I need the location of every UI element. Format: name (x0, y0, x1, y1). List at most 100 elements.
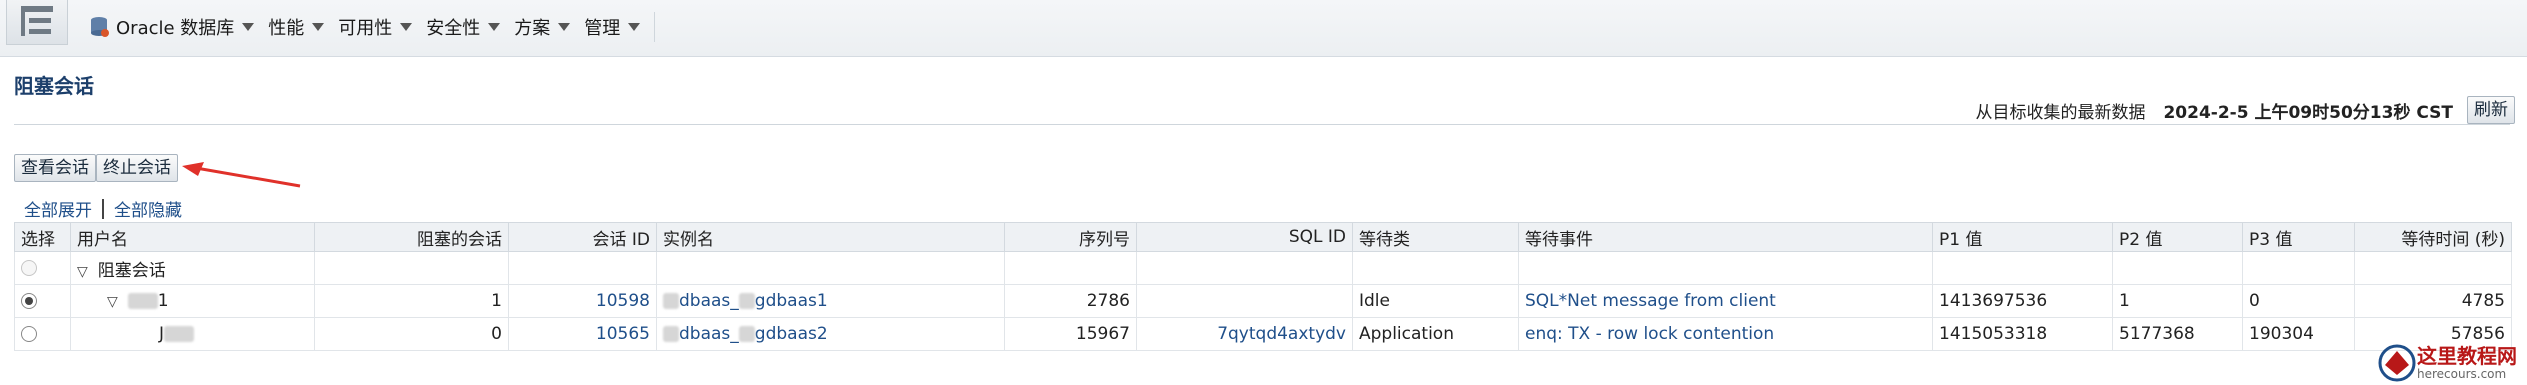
instance-name-link[interactable]: dbaas_ gdbaas2 (656, 317, 1005, 351)
col-p1[interactable]: P1 值 (1932, 222, 2113, 252)
view-session-button[interactable]: 查看会话 (14, 154, 96, 182)
watermark-logo-icon (2378, 344, 2416, 382)
chevron-down-icon (312, 23, 325, 31)
p1-value: 1415053318 (1932, 317, 2113, 351)
page-title: 阻塞会话 (14, 74, 94, 98)
instance-name-part-b: gdbaas2 (754, 324, 828, 344)
collapse-all-link[interactable]: 全部隐藏 (114, 196, 182, 221)
p1-value: 1413697536 (1932, 284, 2113, 318)
sql-id-link[interactable] (1136, 284, 1353, 318)
select-cell (14, 284, 71, 318)
blocking-sessions-table: 选择 用户名 阻塞的会话 会话 ID 实例名 序列号 SQL ID 等待类 等待… (14, 222, 2512, 351)
col-wait-class[interactable]: 等待类 (1352, 222, 1519, 252)
collection-timestamp: 2024-2-5 上午09时50分13秒 CST (2163, 102, 2453, 123)
collapse-triangle-icon[interactable]: ▽ (107, 294, 118, 310)
col-p3[interactable]: P3 值 (2242, 222, 2355, 252)
chevron-down-icon (400, 23, 413, 31)
wait-class-value: Application (1352, 317, 1519, 351)
col-wait-time[interactable]: 等待时间 (秒) (2354, 222, 2512, 252)
expand-collapse-links: 全部展开 全部隐藏 (24, 196, 182, 221)
chevron-down-icon (558, 23, 571, 31)
menu-performance[interactable]: 性能 (268, 12, 325, 42)
col-session-id[interactable]: 会话 ID (508, 222, 657, 252)
username-value: 1 (157, 291, 169, 311)
wait-event-link[interactable]: SQL*Net message from client (1518, 284, 1933, 318)
kill-session-button[interactable]: 终止会话 (96, 154, 178, 182)
wait-time-value: 4785 (2354, 284, 2512, 318)
watermark-url: herecours.com (2417, 367, 2507, 381)
menu-oracle-database[interactable]: Oracle 数据库 (90, 12, 255, 42)
chevron-down-icon (628, 23, 641, 31)
wait-class-value: Idle (1352, 284, 1519, 318)
menu-schema-label: 方案 (514, 18, 551, 39)
serial-value: 15967 (1004, 317, 1137, 351)
redacted-text (738, 293, 755, 309)
refresh-button[interactable]: 刷新 (2467, 96, 2515, 124)
redacted-text (738, 326, 755, 342)
col-blocked-sessions[interactable]: 阻塞的会话 (314, 222, 509, 252)
redacted-text (164, 326, 195, 342)
table-row-root: ▽ 阻塞会话 (14, 251, 2512, 285)
chevron-down-icon (488, 23, 501, 31)
menu-availability[interactable]: 可用性 (338, 12, 413, 42)
select-cell (14, 251, 71, 285)
menu-administration-label: 管理 (584, 18, 621, 39)
menu-performance-label: 性能 (268, 18, 305, 39)
watermark-title: 这里教程网 (2417, 344, 2517, 368)
col-wait-event[interactable]: 等待事件 (1518, 222, 1933, 252)
radio-button[interactable] (21, 326, 37, 342)
menu-administration[interactable]: 管理 (584, 12, 641, 42)
menu-oracle-database-label: Oracle 数据库 (116, 18, 235, 39)
username-cell: J (70, 317, 315, 351)
session-id-link[interactable]: 10598 (508, 284, 657, 318)
radio-button[interactable] (21, 293, 37, 309)
col-sql-id[interactable]: SQL ID (1136, 222, 1353, 252)
link-separator (102, 198, 104, 219)
table-row[interactable]: J 0 10565 dbaas_ gdbaas2 15967 7qytqd4axt… (14, 317, 2512, 351)
title-divider (14, 124, 2510, 125)
session-id-link[interactable]: 10565 (508, 317, 657, 351)
collapse-triangle-icon[interactable]: ▽ (77, 264, 88, 280)
col-select[interactable]: 选择 (14, 222, 71, 252)
redacted-text (663, 326, 679, 342)
p3-value: 0 (2242, 284, 2355, 318)
col-instance-name[interactable]: 实例名 (656, 222, 1005, 252)
col-username[interactable]: 用户名 (70, 222, 315, 252)
root-label: 阻塞会话 (97, 260, 166, 281)
expand-all-link[interactable]: 全部展开 (24, 196, 92, 221)
serial-value: 2786 (1004, 284, 1137, 318)
blocked-count: 0 (314, 317, 509, 351)
username-cell: ▽ 1 (70, 284, 315, 318)
col-p2[interactable]: P2 值 (2112, 222, 2243, 252)
username-cell: ▽ 阻塞会话 (70, 251, 315, 285)
menu-security-label: 安全性 (426, 18, 481, 39)
navigator-icon (21, 6, 53, 36)
select-cell (14, 317, 71, 351)
session-actions: 查看会话 终止会话 (14, 154, 178, 182)
col-serial[interactable]: 序列号 (1004, 222, 1137, 252)
menu-schema[interactable]: 方案 (514, 12, 571, 42)
p2-value: 5177368 (2112, 317, 2243, 351)
blocked-count: 1 (314, 284, 509, 318)
menu-divider (654, 12, 656, 42)
p3-value: 190304 (2242, 317, 2355, 351)
main-menu: Oracle 数据库 性能 可用性 安全性 方案 管理 (90, 12, 667, 42)
instance-name-link[interactable]: dbaas_ gdbaas1 (656, 284, 1005, 318)
radio-button (21, 260, 37, 276)
chevron-down-icon (242, 23, 255, 31)
database-icon (91, 17, 109, 37)
watermark: 这里教程网 herecours.com (2377, 343, 2517, 383)
p2-value: 1 (2112, 284, 2243, 318)
sql-id-link[interactable]: 7qytqd4axtydv (1136, 317, 1353, 351)
instance-name-part-a: dbaas_ (679, 291, 739, 311)
annotation-arrow-icon (182, 162, 301, 188)
redacted-text (127, 293, 158, 309)
redacted-text (663, 293, 679, 309)
navigator-menu-button[interactable] (6, 0, 68, 45)
wait-event-link[interactable]: enq: TX - row lock contention (1518, 317, 1933, 351)
menu-security[interactable]: 安全性 (426, 12, 501, 42)
top-menubar: Oracle 数据库 性能 可用性 安全性 方案 管理 (0, 0, 2527, 57)
table-row[interactable]: ▽ 1 1 10598 dbaas_ gdbaas1 2786 Idle SQL*N… (14, 284, 2512, 318)
table-header-row: 选择 用户名 阻塞的会话 会话 ID 实例名 序列号 SQL ID 等待类 等待… (14, 222, 2512, 252)
last-collected-label: 从目标收集的最新数据 (1975, 102, 2146, 123)
